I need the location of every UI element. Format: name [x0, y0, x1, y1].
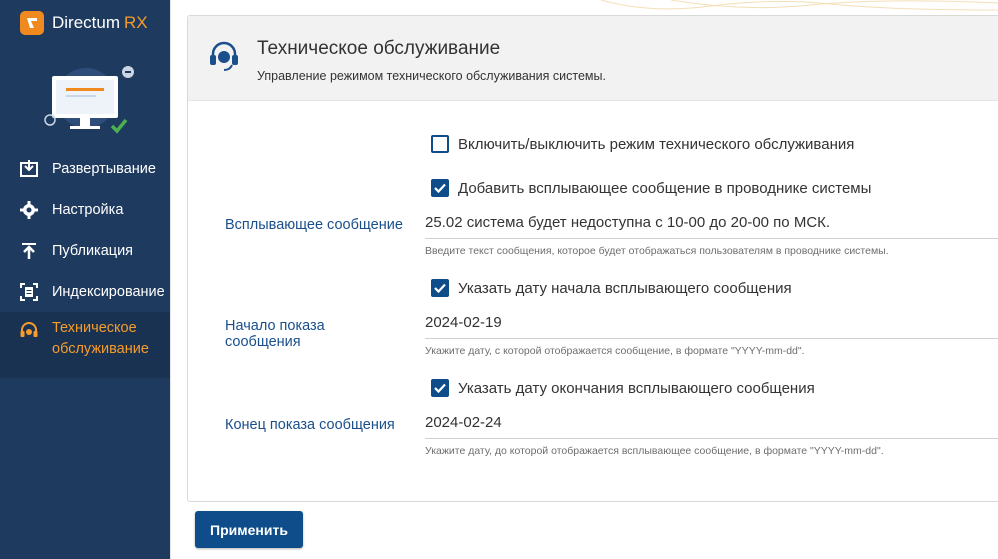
maintenance-panel: Техническое обслуживание Управление режи…: [187, 15, 998, 502]
popup-message-label: Всплывающее сообщение: [225, 217, 403, 233]
start-date-label: Начало показа сообщения: [225, 318, 325, 350]
sidebar-item-settings[interactable]: Настройка: [0, 189, 170, 230]
sidebar-item-label: Развертывание: [52, 160, 156, 177]
end-date-input[interactable]: 2024-02-24: [425, 414, 998, 439]
page-title: Техническое обслуживание: [257, 38, 501, 59]
sidebar-item-label-wrap: Техническое обслуживание: [52, 320, 149, 362]
sidebar-item-publish[interactable]: Публикация: [0, 230, 170, 271]
end-date-checkbox-row[interactable]: Указать дату окончания всплывающего сооб…: [431, 379, 815, 397]
sidebar-item-label: обслуживание: [52, 341, 149, 357]
popup-message-hint: Введите текст сообщения, которое будет о…: [425, 245, 889, 257]
sidebar-item-deploy[interactable]: Развертывание: [0, 148, 170, 189]
monitor-illustration-icon: [44, 66, 134, 134]
index-icon: [18, 281, 40, 303]
start-date-checkbox[interactable]: [431, 279, 449, 297]
popup-message-checkbox-row[interactable]: Добавить всплывающее сообщение в проводн…: [431, 179, 871, 197]
end-date-label: Конец показа сообщения: [225, 417, 395, 433]
checkmark-icon: [434, 283, 446, 294]
sidebar-nav: Развертывание Настройка Публикация Индек…: [0, 148, 170, 378]
checkbox-label: Добавить всплывающее сообщение в проводн…: [458, 179, 872, 197]
start-date-hint: Укажите дату, с которой отображается соо…: [425, 345, 805, 357]
sidebar: Directum RX Развертывание Настройка Публ…: [0, 0, 170, 559]
end-date-checkbox[interactable]: [431, 379, 449, 397]
page-subtitle: Управление режимом технического обслужив…: [257, 69, 606, 83]
popup-message-checkbox[interactable]: [431, 179, 449, 197]
maintenance-mode-checkbox-row[interactable]: Включить/выключить режим технического об…: [431, 135, 854, 153]
sidebar-item-maintenance[interactable]: Техническое обслуживание: [0, 312, 170, 378]
gear-icon: [18, 199, 40, 221]
deploy-icon: [18, 158, 40, 180]
directum-logo-icon: [20, 11, 44, 35]
start-date-label-line2: сообщения: [225, 334, 301, 350]
sidebar-item-label: Настройка: [52, 201, 124, 218]
popup-message-input[interactable]: 25.02 система будет недоступна с 10-00 д…: [425, 214, 998, 239]
checkmark-icon: [434, 383, 446, 394]
maintenance-mode-checkbox[interactable]: [431, 135, 449, 153]
headset-icon: [18, 320, 40, 342]
end-date-hint: Укажите дату, до которой отображается вс…: [425, 445, 884, 457]
brand-name: Directum: [52, 13, 121, 32]
headset-icon: [210, 41, 238, 71]
start-date-checkbox-row[interactable]: Указать дату начала всплывающего сообщен…: [431, 279, 792, 297]
checkbox-label: Включить/выключить режим технического об…: [458, 135, 855, 153]
checkmark-icon: [434, 183, 446, 194]
sidebar-item-label: Индексирование: [52, 283, 165, 300]
start-date-label-line1: Начало показа: [225, 318, 325, 334]
panel-header: Техническое обслуживание Управление режи…: [188, 16, 998, 101]
brand[interactable]: Directum RX: [20, 10, 148, 36]
apply-button[interactable]: Применить: [195, 511, 303, 548]
main-area: Техническое обслуживание Управление режи…: [170, 0, 998, 559]
upload-icon: [18, 240, 40, 262]
start-date-input[interactable]: 2024-02-19: [425, 314, 998, 339]
brand-suffix: RX: [124, 13, 148, 32]
checkbox-label: Указать дату окончания всплывающего сооб…: [458, 379, 815, 397]
sidebar-item-label: Публикация: [52, 242, 134, 259]
sidebar-item-indexing[interactable]: Индексирование: [0, 271, 170, 312]
checkbox-label: Указать дату начала всплывающего сообщен…: [458, 279, 792, 297]
decorative-lines-icon: [600, 0, 998, 11]
